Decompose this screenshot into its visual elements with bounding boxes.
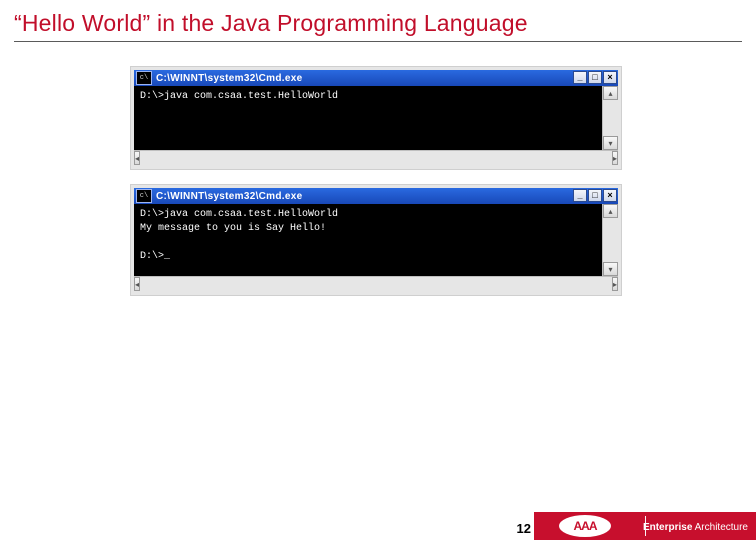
scroll-right-icon[interactable]: ▸	[612, 151, 618, 165]
scroll-track[interactable]	[140, 151, 612, 166]
aaa-badge-icon: AAA	[556, 512, 614, 540]
title-underline	[14, 41, 742, 42]
terminal-area: D:\>java com.csaa.test.HelloWorld ▴ ▾	[134, 86, 618, 150]
page-number: 12	[517, 521, 531, 536]
minimize-button[interactable]: _	[573, 71, 587, 84]
window-title: C:\WINNT\system32\Cmd.exe	[156, 73, 302, 84]
footer-division-bold: Enterprise	[643, 522, 692, 533]
window-buttons: _ □ ×	[573, 71, 617, 84]
terminal-output: D:\>java com.csaa.test.HelloWorld	[134, 86, 602, 150]
scroll-down-icon[interactable]: ▾	[603, 262, 618, 276]
scroll-up-icon[interactable]: ▴	[603, 86, 618, 100]
cmd-icon-glyph: c\	[140, 192, 148, 200]
cmd-icon: c\	[136, 189, 152, 203]
maximize-button[interactable]: □	[588, 189, 602, 202]
window-title: C:\WINNT\system32\Cmd.exe	[156, 191, 302, 202]
horizontal-scrollbar[interactable]: ◂ ▸	[134, 276, 618, 292]
title-bar: c\ C:\WINNT\system32\Cmd.exe _ □ ×	[134, 70, 618, 86]
window-buttons: _ □ ×	[573, 189, 617, 202]
window-frame: c\ C:\WINNT\system32\Cmd.exe _ □ × D:\>j…	[130, 66, 622, 170]
cmd-window-2: c\ C:\WINNT\system32\Cmd.exe _ □ × D:\>j…	[130, 184, 622, 296]
close-button[interactable]: ×	[603, 189, 617, 202]
horizontal-scrollbar[interactable]: ◂ ▸	[134, 150, 618, 166]
footer-division: Enterprise Architecture	[643, 522, 748, 533]
slide-footer: 12 AAA Enterprise Architecture	[0, 512, 756, 540]
scroll-track[interactable]	[603, 218, 618, 262]
terminal-area: D:\>java com.csaa.test.HelloWorld My mes…	[134, 204, 618, 276]
aaa-logo: AAA	[550, 512, 620, 540]
scroll-up-icon[interactable]: ▴	[603, 204, 618, 218]
scroll-right-icon[interactable]: ▸	[612, 277, 618, 291]
minimize-button[interactable]: _	[573, 189, 587, 202]
vertical-scrollbar[interactable]: ▴ ▾	[602, 86, 618, 150]
close-button[interactable]: ×	[603, 71, 617, 84]
title-bar: c\ C:\WINNT\system32\Cmd.exe _ □ ×	[134, 188, 618, 204]
cmd-window-1: c\ C:\WINNT\system32\Cmd.exe _ □ × D:\>j…	[130, 66, 622, 170]
footer-division-rest: Architecture	[692, 522, 748, 533]
terminal-output: D:\>java com.csaa.test.HelloWorld My mes…	[134, 204, 602, 276]
aaa-logo-text: AAA	[574, 519, 597, 533]
maximize-button[interactable]: □	[588, 71, 602, 84]
scroll-down-icon[interactable]: ▾	[603, 136, 618, 150]
scroll-track[interactable]	[603, 100, 618, 136]
cmd-icon-glyph: c\	[140, 74, 148, 82]
scroll-track[interactable]	[140, 277, 612, 292]
window-frame: c\ C:\WINNT\system32\Cmd.exe _ □ × D:\>j…	[130, 184, 622, 296]
slide-title: “Hello World” in the Java Programming La…	[0, 0, 756, 41]
cmd-icon: c\	[136, 71, 152, 85]
vertical-scrollbar[interactable]: ▴ ▾	[602, 204, 618, 276]
